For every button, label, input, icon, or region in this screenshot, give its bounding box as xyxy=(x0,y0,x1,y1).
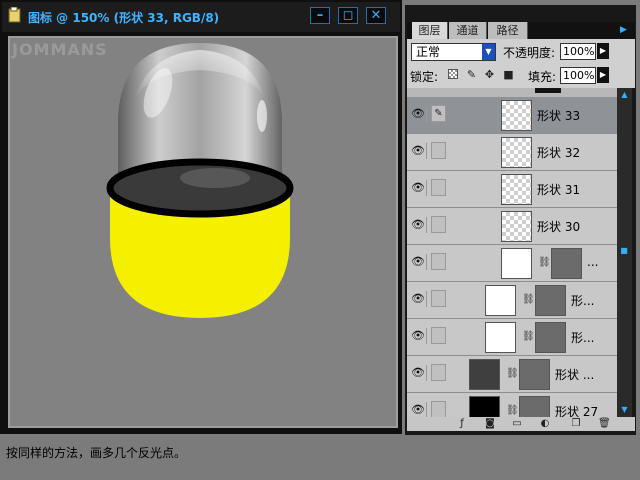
layer-thumbnail xyxy=(485,322,516,353)
layers-list: 👁 ✎ 形状 33 👁 形状 32 👁 形状 31 👁 形状 30 👁 ⛓ ..… xyxy=(407,88,617,417)
link-slot[interactable] xyxy=(431,216,446,233)
watermark: JOMMANS xyxy=(12,40,108,59)
vector-mask-thumbnail xyxy=(535,322,566,353)
new-group-icon[interactable]: ▭ xyxy=(511,418,523,430)
layer-thumbnail xyxy=(501,174,532,205)
scroll-down-icon[interactable]: ▼ xyxy=(618,404,631,416)
layer-thumbnail xyxy=(501,100,532,131)
tab-channels[interactable]: 通道 xyxy=(449,22,487,39)
layer-thumbnail xyxy=(501,137,532,168)
layer-name: 形... xyxy=(571,294,595,308)
padlock-icon[interactable]: ■ xyxy=(503,69,514,80)
layer-name: 形状 ... xyxy=(555,368,595,382)
lock-label: 锁定: xyxy=(410,70,439,84)
opacity-label: 不透明度: xyxy=(503,46,556,60)
tab-paths[interactable]: 路径 xyxy=(488,22,528,39)
tab-layers[interactable]: 图层 xyxy=(412,22,448,39)
brush-lock-icon[interactable]: ✎ xyxy=(466,69,477,80)
opacity-slider-arrow-icon[interactable]: ▶ xyxy=(597,43,609,59)
eye-icon[interactable]: 👁 xyxy=(410,291,427,307)
document-icon xyxy=(8,6,22,23)
trash-icon[interactable]: 🗑 xyxy=(598,418,611,430)
eye-icon[interactable]: 👁 xyxy=(410,402,427,417)
opacity-input[interactable]: 100% xyxy=(560,43,596,60)
vector-mask-thumbnail xyxy=(519,396,550,417)
link-slot[interactable] xyxy=(431,364,446,381)
layer-thumbnail xyxy=(501,211,532,242)
layer-row[interactable]: 👁 形状 32 xyxy=(407,134,617,171)
layer-name: 形状 31 xyxy=(537,183,581,197)
fill-input[interactable]: 100% xyxy=(560,67,596,84)
close-button[interactable]: ✕ xyxy=(366,7,386,24)
restore-button[interactable]: ◻ xyxy=(338,7,358,24)
link-slot[interactable] xyxy=(431,290,446,307)
layer-name: 形状 27 xyxy=(555,405,599,417)
lock-transparency-icon[interactable] xyxy=(448,69,458,79)
link-slot[interactable] xyxy=(431,401,446,417)
eye-icon[interactable]: 👁 xyxy=(410,180,427,196)
tutorial-caption: 按同样的方法，画多几个反光点。 xyxy=(6,446,187,460)
vector-mask-thumbnail xyxy=(551,248,582,279)
layer-style-icon[interactable]: ƒ xyxy=(456,418,468,430)
scroll-thumb[interactable]: ■ xyxy=(620,246,628,256)
layer-thumbnail xyxy=(485,285,516,316)
chain-icon: ⛓ xyxy=(538,257,551,268)
eye-icon[interactable]: 👁 xyxy=(410,217,427,233)
canvas[interactable] xyxy=(10,38,396,426)
layer-name: ... xyxy=(587,255,599,269)
layer-name: 形状 33 xyxy=(537,109,581,123)
chain-icon: ⛓ xyxy=(522,294,535,305)
layer-thumbnail xyxy=(501,248,532,279)
layer-row[interactable]: 👁 ⛓ ... xyxy=(407,245,617,282)
eye-icon[interactable]: 👁 xyxy=(410,143,427,159)
new-layer-icon[interactable]: ❐ xyxy=(570,418,582,430)
layer-row[interactable]: 👁 形状 31 xyxy=(407,171,617,208)
chain-icon: ⛓ xyxy=(506,405,519,416)
brush-icon[interactable]: ✎ xyxy=(431,105,446,122)
layer-name: 形状 30 xyxy=(537,220,581,234)
eye-icon[interactable]: 👁 xyxy=(410,106,427,122)
layer-row[interactable]: 👁 ⛓ 形状 27 xyxy=(407,393,617,417)
fill-label: 填充: xyxy=(528,70,557,84)
chain-icon: ⛓ xyxy=(522,331,535,342)
layer-thumbnail xyxy=(469,359,500,390)
link-slot[interactable] xyxy=(431,253,446,270)
layer-thumb-partial xyxy=(535,88,561,93)
scroll-up-icon[interactable]: ▲ xyxy=(618,89,631,101)
layer-row[interactable]: 👁 ⛓ 形状 ... xyxy=(407,356,617,393)
move-lock-icon[interactable]: ✥ xyxy=(484,69,495,80)
add-mask-icon[interactable]: ◙ xyxy=(484,418,496,430)
layer-thumbnail xyxy=(469,396,500,417)
layer-name: 形状 32 xyxy=(537,146,581,160)
eye-icon[interactable]: 👁 xyxy=(410,365,427,381)
document-title: 图标 @ 150% (形状 33, RGB/8) xyxy=(28,11,220,25)
link-slot[interactable] xyxy=(431,179,446,196)
layer-row[interactable]: 👁 ⛓ 形... xyxy=(407,282,617,319)
eye-icon[interactable]: 👁 xyxy=(410,328,427,344)
layer-name: 形... xyxy=(571,331,595,345)
eye-icon[interactable]: 👁 xyxy=(410,254,427,270)
chain-icon: ⛓ xyxy=(506,368,519,379)
palette-menu-icon[interactable]: ▶ xyxy=(620,25,630,35)
adjustment-layer-icon[interactable]: ◐ xyxy=(539,418,551,430)
link-slot[interactable] xyxy=(431,142,446,159)
capsule-artwork xyxy=(106,43,294,318)
layer-row[interactable]: 👁 ⛓ 形... xyxy=(407,319,617,356)
minimize-button[interactable]: – xyxy=(310,7,330,24)
layer-row[interactable]: 👁 ✎ 形状 33 xyxy=(407,97,617,134)
vector-mask-thumbnail xyxy=(519,359,550,390)
fill-slider-arrow-icon[interactable]: ▶ xyxy=(597,67,609,83)
layer-row[interactable]: 👁 形状 30 xyxy=(407,208,617,245)
link-slot[interactable] xyxy=(431,327,446,344)
vector-mask-thumbnail xyxy=(535,285,566,316)
chevron-down-icon[interactable]: ▼ xyxy=(482,44,495,60)
